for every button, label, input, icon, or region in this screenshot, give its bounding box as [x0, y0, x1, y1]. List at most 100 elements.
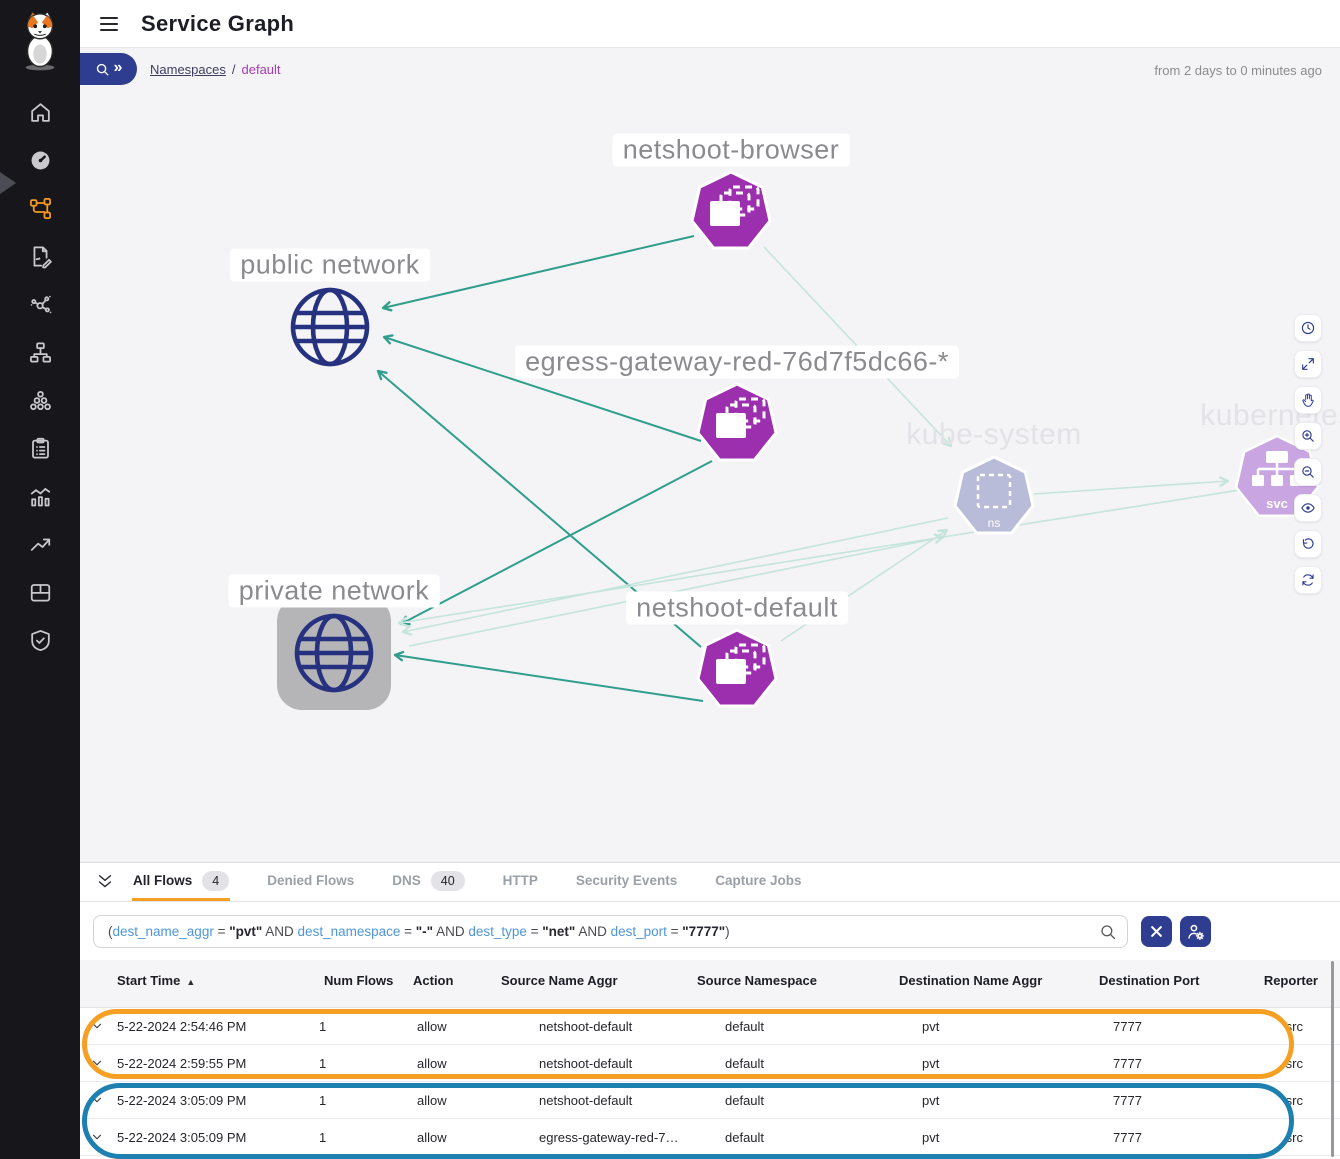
calico-cat-logo: [17, 10, 63, 70]
fit-screen-button[interactable]: [1294, 350, 1322, 378]
time-range-label: from 2 days to 0 minutes ago: [1154, 63, 1322, 78]
graph-edge-netshoot-default-to-private-network: [395, 655, 703, 701]
column-header-reporter[interactable]: Reporter: [1254, 973, 1340, 989]
cell-action: allow: [402, 1093, 488, 1108]
flow-row-4[interactable]: 5-22-2024 3:05:09 PM1allowegress-gateway…: [80, 1119, 1340, 1156]
cell-reporter: src: [1254, 1019, 1340, 1034]
column-header-start-time[interactable]: Start Time▲: [114, 973, 310, 989]
graph-node-egress-gateway-red[interactable]: [698, 384, 776, 460]
cell-reporter: src: [1254, 1093, 1340, 1108]
zoom-out-button[interactable]: [1294, 458, 1322, 486]
service-graph-canvas[interactable]: » Namespaces/default from 2 days to 0 mi…: [80, 48, 1340, 862]
graph-node-netshoot-browser[interactable]: [692, 172, 770, 248]
graph-edge-kube-system-to-private-network: [403, 518, 948, 632]
cell-destination-port: 7777: [1086, 1130, 1254, 1145]
workloads-icon: [28, 388, 53, 413]
sidebar-item-home[interactable]: [0, 88, 80, 136]
sidebar-item-trends[interactable]: [0, 520, 80, 568]
policies-icon: [28, 244, 53, 269]
tab-badge-dns: 40: [431, 871, 465, 891]
sidebar-item-nodes[interactable]: [0, 328, 80, 376]
graph-node-netshoot-default[interactable]: [698, 630, 776, 706]
show-hide-icon: [1300, 504, 1316, 519]
graph-svg[interactable]: ns svc: [80, 48, 1340, 862]
graph-node-public-network[interactable]: [293, 290, 367, 364]
pan-button[interactable]: [1294, 386, 1322, 414]
graph-node-kube-system[interactable]: ns: [955, 457, 1033, 533]
flows-table-header: Start Time▲Num FlowsActionSource Name Ag…: [80, 960, 1340, 1008]
tab-all-flows[interactable]: All Flows4: [132, 863, 230, 901]
table-scrollbar[interactable]: [1331, 961, 1334, 1157]
sidebar-item-policies[interactable]: [0, 232, 80, 280]
row-expander-icon[interactable]: [90, 1093, 104, 1107]
sidebar-item-threat-defense[interactable]: [0, 616, 80, 664]
flows-table-body: 5-22-2024 2:54:46 PM1allownetshoot-defau…: [80, 1008, 1340, 1159]
sidebar-item-workloads[interactable]: [0, 376, 80, 424]
compliance-icon: [28, 436, 53, 461]
sidebar-item-compliance[interactable]: [0, 424, 80, 472]
cell-num-flows: 1: [310, 1093, 402, 1108]
row-expander-icon[interactable]: [90, 1056, 104, 1070]
search-icon[interactable]: [1099, 923, 1117, 941]
flow-row-3[interactable]: 5-22-2024 3:05:09 PM1allownetshoot-defau…: [80, 1082, 1340, 1119]
graph-search-pill[interactable]: »: [80, 53, 137, 85]
sidebar: [0, 0, 80, 1159]
refresh-button[interactable]: [1294, 566, 1322, 594]
graph-edge-netshoot-browser-to-public-network: [383, 236, 694, 308]
row-expander-icon[interactable]: [90, 1019, 104, 1033]
tab-label: Security Events: [576, 873, 677, 888]
cell-source-namespace: default: [684, 1093, 886, 1108]
column-header-num-flows[interactable]: Num Flows: [310, 973, 402, 989]
svg-text:svc: svc: [1266, 496, 1288, 511]
cell-start-time: 5-22-2024 2:59:55 PM: [114, 1056, 310, 1071]
cell-destination-port: 7777: [1086, 1093, 1254, 1108]
graph-edge-kube-system-to-kubernetes: [1034, 481, 1228, 494]
cell-source-namespace: default: [684, 1019, 886, 1034]
filter-row: (dest_name_aggr = "pvt" AND dest_namespa…: [80, 902, 1340, 960]
svg-text:ns: ns: [988, 516, 1001, 530]
column-header-destination-name-aggr[interactable]: Destination Name Aggr: [886, 973, 1086, 989]
sidebar-item-network-sets[interactable]: [0, 280, 80, 328]
tab-label: All Flows: [133, 873, 192, 888]
breadcrumb-namespaces-link[interactable]: Namespaces: [150, 62, 226, 77]
cell-action: allow: [402, 1056, 488, 1071]
zoom-in-button[interactable]: [1294, 422, 1322, 450]
sidebar-item-service-graph[interactable]: [0, 184, 80, 232]
flow-row-1[interactable]: 5-22-2024 2:54:46 PM1allownetshoot-defau…: [80, 1008, 1340, 1045]
graph-node-private-network[interactable]: [277, 596, 391, 710]
flow-row-2[interactable]: 5-22-2024 2:59:55 PM1allownetshoot-defau…: [80, 1045, 1340, 1082]
flow-filter-input[interactable]: (dest_name_aggr = "pvt" AND dest_namespa…: [93, 915, 1128, 948]
cell-start-time: 5-22-2024 3:05:09 PM: [114, 1093, 310, 1108]
network-sets-icon: [28, 292, 53, 317]
cell-destination-port: 7777: [1086, 1019, 1254, 1034]
sidebar-item-storage[interactable]: [0, 568, 80, 616]
double-chevron-right-icon: »: [114, 60, 123, 78]
graph-toolbar: [1294, 314, 1322, 594]
trends-icon: [28, 532, 53, 557]
breadcrumb-current: default: [242, 62, 281, 77]
column-header-destination-port[interactable]: Destination Port: [1086, 973, 1254, 989]
collapse-panel-icon[interactable]: [95, 872, 115, 892]
fit-screen-icon: [1300, 360, 1316, 375]
flows-tabs: All Flows4 Denied Flows DNS40 HTTP Security …: [132, 863, 802, 901]
column-header-source-namespace[interactable]: Source Namespace: [684, 973, 886, 989]
undo-button[interactable]: [1294, 530, 1322, 558]
show-hide-button[interactable]: [1294, 494, 1322, 522]
hamburger-menu-icon[interactable]: [97, 12, 121, 36]
column-header-source-name-aggr[interactable]: Source Name Aggr: [488, 973, 684, 989]
tab-dns[interactable]: DNS40: [391, 863, 465, 901]
clear-filter-button[interactable]: [1141, 916, 1172, 947]
tab-label: Capture Jobs: [715, 873, 801, 888]
flows-tabstrip: All Flows4 Denied Flows DNS40 HTTP Security …: [80, 863, 1340, 902]
tab-denied-flows[interactable]: Denied Flows: [266, 863, 355, 901]
column-header-action[interactable]: Action: [402, 973, 488, 989]
tab-capture-jobs[interactable]: Capture Jobs: [714, 863, 802, 901]
tab-http[interactable]: HTTP: [502, 863, 539, 901]
tab-security-events[interactable]: Security Events: [575, 863, 678, 901]
user-settings-button[interactable]: [1180, 916, 1211, 947]
row-expander-icon[interactable]: [90, 1130, 104, 1144]
timeline-button[interactable]: [1294, 314, 1322, 342]
sidebar-item-activity[interactable]: [0, 472, 80, 520]
cell-action: allow: [402, 1019, 488, 1034]
cell-start-time: 5-22-2024 2:54:46 PM: [114, 1019, 310, 1034]
